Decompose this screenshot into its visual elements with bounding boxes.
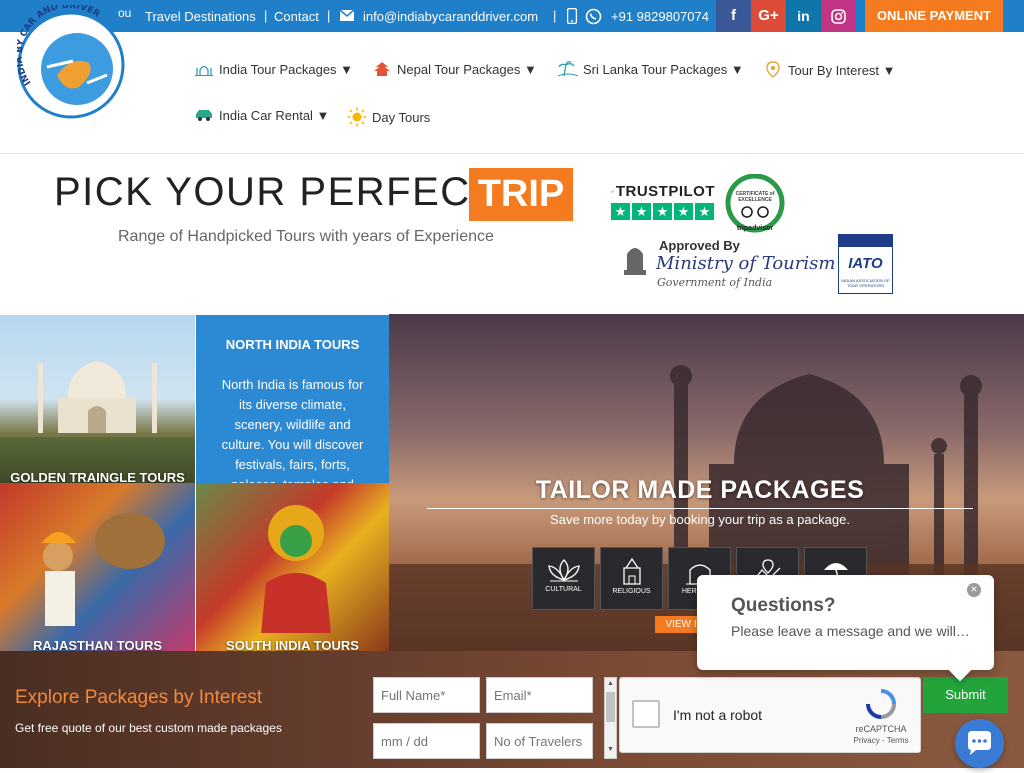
north-india-tile[interactable]: NORTH INDIA TOURS North India is famous … <box>196 315 389 483</box>
nav-label: Tour By Interest ▼ <box>788 62 896 78</box>
scrollbar[interactable]: ▲ ▼ <box>604 677 617 759</box>
category-label: CULTURAL <box>545 586 582 593</box>
linkedin-icon[interactable]: in <box>786 0 821 32</box>
form-heading: Explore Packages by Interest <box>15 687 263 708</box>
car-icon <box>196 110 212 121</box>
taj-mahal-icon <box>195 65 213 76</box>
category-label: RELIGIOUS <box>612 588 651 595</box>
taj-mahal-image <box>38 361 157 433</box>
recaptcha-widget: I'm not a robot reCAPTCHA Privacy - Term… <box>619 677 921 753</box>
email-link[interactable]: info@indiabycaranddriver.com <box>363 9 538 24</box>
email-input[interactable] <box>486 677 593 713</box>
hero-highlight: TRIP <box>469 168 573 221</box>
logo-globe-icon: INDIA BY CAR AND DRIVER <box>15 1 125 119</box>
south-india-label: SOUTH INDIA TOURS <box>226 638 359 651</box>
chat-popup: Questions? Please leave a message and we… <box>697 575 994 682</box>
submit-button[interactable]: Submit <box>923 677 1008 713</box>
map-pin-icon <box>766 61 780 78</box>
iato-badge: IATO INDIAN ASSOCIATION OF TOUR OPERATOR… <box>838 234 893 294</box>
recaptcha-brand: reCAPTCHA <box>855 724 907 734</box>
nav-nepal-tour-packages[interactable]: Nepal Tour Packages ▼ <box>372 61 537 77</box>
recaptcha-links[interactable]: Privacy - Terms <box>840 736 922 745</box>
nav-day-tours[interactable]: Day Tours <box>347 107 430 127</box>
nav-tour-by-interest[interactable]: Tour By Interest ▼ <box>763 61 896 79</box>
chat-message: Please leave a message and we will… <box>731 623 970 639</box>
instagram-icon[interactable] <box>821 0 856 32</box>
divider: | <box>264 8 268 23</box>
banner-title: TAILOR MADE PACKAGES <box>535 476 865 504</box>
temple-icon <box>622 557 641 585</box>
nav-label: India Tour Packages ▼ <box>219 61 354 77</box>
camel-image <box>42 513 165 626</box>
online-payment-button[interactable]: ONLINE PAYMENT <box>865 0 1003 32</box>
scroll-up-icon[interactable]: ▲ <box>607 680 614 687</box>
nav-sri-lanka-tour-packages[interactable]: Sri Lanka Tour Packages ▼ <box>558 61 744 77</box>
travelers-input[interactable] <box>486 723 593 759</box>
golden-triangle-label: GOLDEN TRAINGLE TOURS <box>10 470 185 483</box>
sun-icon <box>347 107 367 127</box>
chat-bubble-icon <box>968 731 991 755</box>
divider: | <box>553 8 557 23</box>
north-india-title: NORTH INDIA TOURS <box>225 337 360 352</box>
header: INDIA BY CAR AND DRIVER India Tour Packa… <box>0 1 1024 154</box>
phone-link[interactable]: +91 9829807074 <box>611 9 709 24</box>
contact-link[interactable]: Contact <box>274 9 319 24</box>
trustpilot-stars: ★ ★ ★ ★ ★ <box>611 203 715 220</box>
cultural-category-button[interactable]: CULTURAL <box>532 547 595 610</box>
chat-title: Questions? <box>731 595 836 616</box>
recaptcha-logo-icon <box>866 689 896 719</box>
rajasthan-tile[interactable]: RAJASTHAN TOURS <box>0 483 195 651</box>
top-bar: ou Travel Destinations | Contact | info@… <box>0 0 1024 32</box>
south-india-tile[interactable]: SOUTH INDIA TOURS <box>196 483 389 651</box>
facebook-icon[interactable]: f <box>716 0 751 32</box>
lotus-icon <box>547 559 580 582</box>
nav-label: Nepal Tour Packages ▼ <box>397 61 537 77</box>
religious-category-button[interactable]: RELIGIOUS <box>600 547 663 610</box>
checkmark-icon <box>611 190 614 193</box>
form-subheading: Get free quote of our best custom made p… <box>15 721 282 735</box>
recaptcha-label: I'm not a robot <box>673 707 763 723</box>
nav-india-car-rental[interactable]: India Car Rental ▼ <box>194 107 329 123</box>
trustpilot-badge: TRUSTPILOT ★ ★ ★ ★ ★ <box>611 183 715 223</box>
tripadvisor-badge: CERTIFICATE of EXCELLENCE tripadvisor <box>721 173 789 236</box>
palm-beach-icon <box>558 61 578 77</box>
golden-triangle-tile[interactable]: GOLDEN TRAINGLE TOURS <box>0 315 195 483</box>
recaptcha-checkbox[interactable] <box>632 700 660 728</box>
chat-close-icon[interactable]: × <box>967 583 981 597</box>
nav-india-tour-packages[interactable]: India Tour Packages ▼ <box>194 61 353 77</box>
google-plus-icon[interactable]: G+ <box>751 0 786 32</box>
whatsapp-icon <box>585 8 602 25</box>
mobile-phone-icon <box>567 8 577 24</box>
nav-label: India Car Rental ▼ <box>219 107 330 123</box>
kathakali-image <box>261 505 331 633</box>
nav-label: Sri Lanka Tour Packages ▼ <box>583 61 744 77</box>
ministry-of-tourism-badge: Approved By Ministry of Tourism Governme… <box>619 238 835 292</box>
hero-subtitle: Range of Handpicked Tours with years of … <box>118 228 494 245</box>
hero-title: PICK YOUR PERFECT <box>54 170 497 214</box>
logo[interactable]: INDIA BY CAR AND DRIVER <box>15 1 125 145</box>
chat-launcher-button[interactable] <box>955 719 1004 768</box>
pagoda-icon <box>374 62 390 76</box>
travel-date-input[interactable] <box>373 723 480 759</box>
emblem-icon <box>624 248 646 275</box>
nav-label: Day Tours <box>372 109 431 125</box>
banner-subtitle: Save more today by booking your trip as … <box>550 512 850 527</box>
divider: | <box>327 8 331 23</box>
travel-destinations-link[interactable]: Travel Destinations <box>145 9 256 24</box>
north-india-description: North India is famous for its diverse cl… <box>221 377 364 483</box>
envelope-icon <box>340 10 354 21</box>
scroll-down-icon[interactable]: ▼ <box>607 746 614 753</box>
rajasthan-label: RAJASTHAN TOURS <box>32 638 163 651</box>
full-name-input[interactable] <box>373 677 480 713</box>
